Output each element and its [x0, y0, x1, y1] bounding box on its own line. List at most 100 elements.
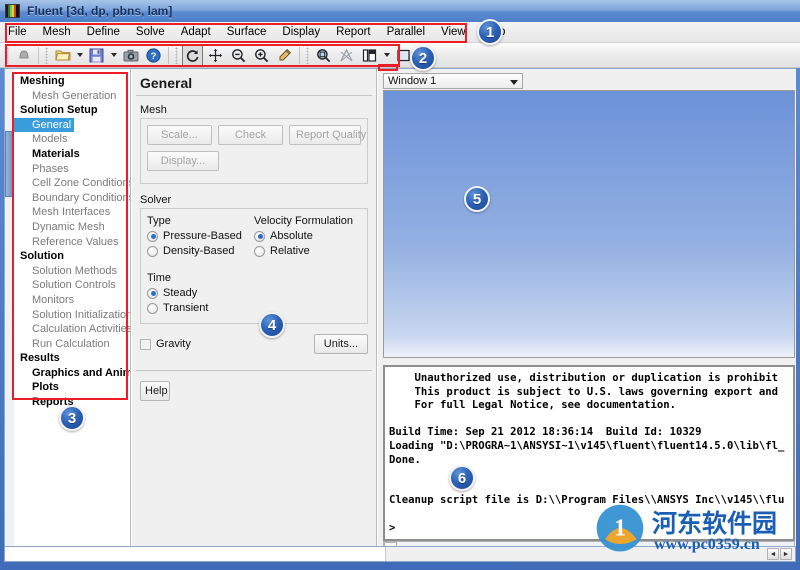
fluent-application-window: Fluent [3d, dp, pbns, lam] File Mesh Def… [0, 0, 800, 570]
annotation-badge-5: 5 [464, 186, 490, 212]
main-work-area: Meshing Mesh Generation Solution Setup G… [4, 68, 796, 561]
tree-node-dynamic-mesh[interactable]: Dynamic Mesh [14, 220, 130, 235]
chevron-down-icon[interactable] [510, 80, 518, 85]
menu-item-surface[interactable]: Surface [219, 23, 275, 41]
radio-density-based[interactable]: Density-Based [147, 245, 254, 257]
menu-item-display[interactable]: Display [274, 23, 328, 41]
tree-node-run-calculation[interactable]: Run Calculation [14, 337, 130, 352]
annotation-badge-6: 6 [449, 465, 475, 491]
save-dropdown-icon[interactable] [108, 45, 119, 66]
tree-vertical-scrollbar[interactable] [5, 69, 14, 561]
menu-item-adapt[interactable]: Adapt [173, 23, 219, 41]
check-button[interactable]: Check [218, 125, 283, 145]
tree-node-materials[interactable]: Materials [14, 147, 130, 162]
status-bar-filler [386, 547, 795, 561]
gravity-checkbox-group[interactable]: Gravity [140, 338, 191, 350]
save-icon[interactable] [86, 45, 107, 66]
toolbar: ? [0, 43, 800, 68]
mesh-group-label: Mesh [140, 104, 167, 116]
tree-node-solution[interactable]: Solution [14, 249, 130, 264]
radio-transient[interactable]: Transient [147, 302, 361, 314]
tree-node-mesh-generation[interactable]: Mesh Generation [14, 89, 130, 104]
window-select-dropdown[interactable]: Window 1 [383, 73, 523, 89]
rotate-view-icon[interactable] [182, 44, 203, 66]
mesh-group-box: Scale... Check Report Quality Display... [140, 118, 368, 184]
open-folder-dropdown-icon[interactable] [74, 45, 85, 66]
menu-item-view[interactable]: View [433, 23, 474, 41]
report-quality-button[interactable]: Report Quality [289, 125, 366, 145]
tree-node-meshing[interactable]: Meshing [14, 74, 130, 89]
display-button[interactable]: Display... [147, 151, 219, 171]
menu-item-report[interactable]: Report [328, 23, 379, 41]
tree-node-general-row: General [14, 117, 130, 133]
panel-bottom-divider [136, 370, 372, 371]
tree-node-boundary-conditions[interactable]: Boundary Conditions [14, 191, 130, 206]
radio-steady[interactable]: Steady [147, 287, 361, 299]
gravity-checkbox[interactable] [140, 338, 151, 350]
tree-node-general[interactable]: General [14, 117, 75, 133]
status-bar: ◄ ► [4, 546, 796, 562]
tree-node-graphics-and-animations[interactable]: Graphics and Animations [14, 366, 130, 381]
text-console[interactable]: Unauthorized use, distribution or duplic… [383, 365, 795, 541]
mesh-button-row-2: Display... [147, 151, 361, 171]
help-circle-icon[interactable]: ? [143, 45, 164, 66]
scale-button[interactable]: Scale... [147, 125, 212, 145]
toolbar-grip-1[interactable] [6, 46, 9, 64]
read-mesh-icon[interactable] [13, 45, 34, 66]
pan-move-icon[interactable] [205, 45, 226, 66]
help-button[interactable]: Help [140, 381, 170, 401]
tree-node-monitors[interactable]: Monitors [14, 293, 130, 308]
annotation-badge-3: 3 [59, 405, 85, 431]
radio-absolute-indicator[interactable] [254, 230, 265, 242]
navigation-tree-pane: Meshing Mesh Generation Solution Setup G… [5, 69, 131, 561]
toolbar-separator-1 [38, 46, 39, 64]
radio-pressure-based[interactable]: Pressure-Based [147, 230, 254, 242]
tree-node-solution-initialization[interactable]: Solution Initialization [14, 308, 130, 323]
tree-node-cell-zone-conditions[interactable]: Cell Zone Conditions [14, 176, 130, 191]
svg-text:?: ? [151, 51, 157, 62]
tree-node-reference-values[interactable]: Reference Values [14, 235, 130, 250]
zoom-in-icon[interactable] [251, 45, 272, 66]
graphics-window[interactable] [383, 90, 795, 358]
menu-item-mesh[interactable]: Mesh [35, 23, 79, 41]
window-select-value: Window 1 [388, 75, 437, 87]
gravity-row: Gravity Units... [140, 334, 368, 354]
zoom-out-icon[interactable] [228, 45, 249, 66]
tree-node-solution-setup[interactable]: Solution Setup [14, 103, 130, 118]
open-folder-icon[interactable] [52, 45, 73, 66]
radio-pressure-based-indicator[interactable] [147, 230, 158, 242]
radio-absolute[interactable]: Absolute [254, 230, 361, 242]
layout-columns-dropdown-icon[interactable] [381, 45, 392, 66]
toolbar-grip-4[interactable] [306, 46, 309, 64]
probe-picker-icon[interactable] [274, 45, 295, 66]
tree-node-phases[interactable]: Phases [14, 162, 130, 177]
tree-node-models[interactable]: Models [14, 132, 130, 147]
layout-columns-icon[interactable] [359, 45, 380, 66]
menu-item-define[interactable]: Define [79, 23, 128, 41]
radio-transient-indicator[interactable] [147, 302, 158, 314]
tree-node-solution-controls[interactable]: Solution Controls [14, 278, 130, 293]
radio-relative-indicator[interactable] [254, 245, 265, 257]
tree-node-calculation-activities[interactable]: Calculation Activities [14, 322, 130, 337]
tree-node-mesh-interfaces[interactable]: Mesh Interfaces [14, 205, 130, 220]
status-scroll-right-icon[interactable]: ► [780, 548, 792, 560]
zoom-fit-icon[interactable] [313, 45, 334, 66]
tree-scrollbar-thumb[interactable] [5, 131, 14, 197]
console-output-text: Unauthorized use, distribution or duplic… [389, 372, 785, 534]
toolbar-grip-3[interactable] [175, 46, 178, 64]
camera-icon[interactable] [120, 45, 141, 66]
status-scroll-left-icon[interactable]: ◄ [767, 548, 779, 560]
page-title: General [140, 75, 193, 91]
mesh-display-icon[interactable] [336, 45, 357, 66]
menu-item-file[interactable]: File [0, 23, 35, 41]
tree-node-solution-methods[interactable]: Solution Methods [14, 264, 130, 279]
menu-item-solve[interactable]: Solve [128, 23, 173, 41]
radio-relative[interactable]: Relative [254, 245, 361, 257]
menu-item-parallel[interactable]: Parallel [379, 23, 433, 41]
toolbar-grip-2[interactable] [45, 46, 48, 64]
tree-node-results[interactable]: Results [14, 351, 130, 366]
radio-density-based-indicator[interactable] [147, 245, 158, 257]
tree-node-plots[interactable]: Plots [14, 380, 130, 395]
radio-steady-indicator[interactable] [147, 287, 158, 299]
units-button[interactable]: Units... [313, 334, 368, 354]
